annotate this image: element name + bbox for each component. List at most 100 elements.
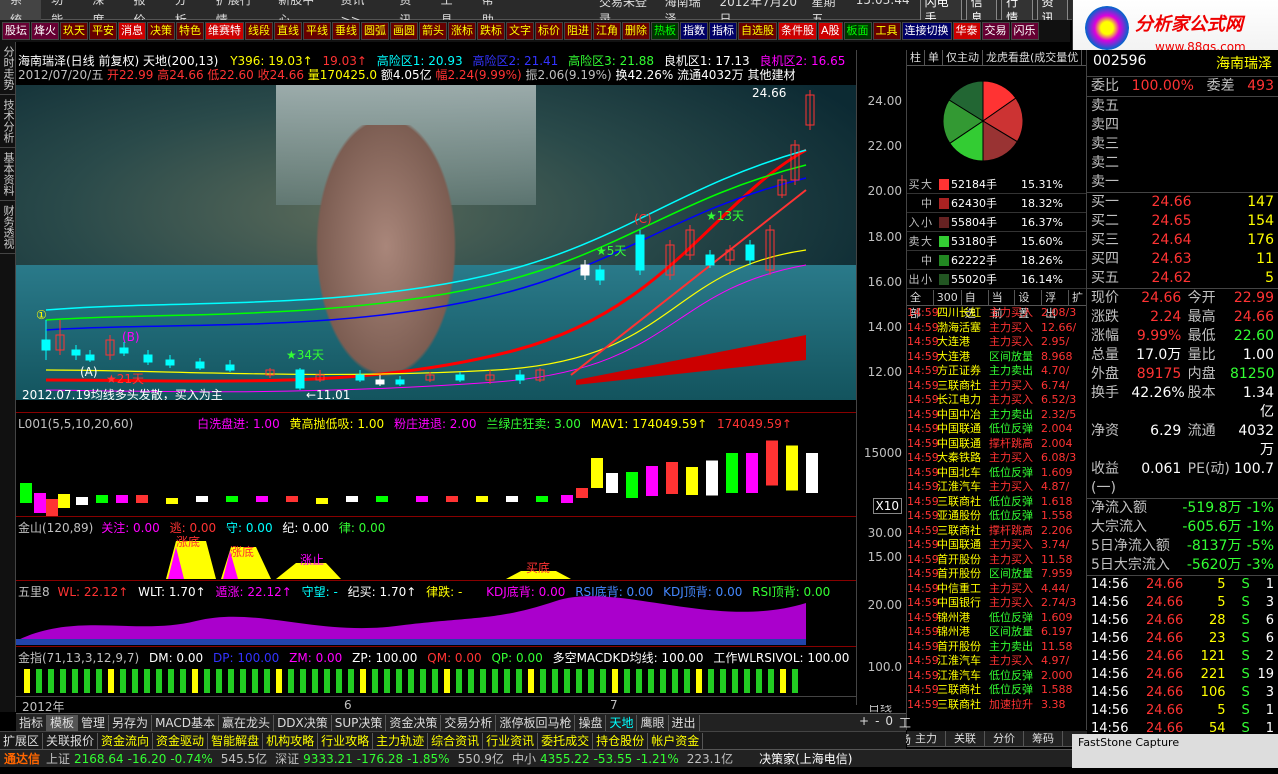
toolbar-button[interactable]: 玖天 <box>60 22 88 40</box>
radar-row[interactable]: 14:59 中国联通 撑杆跳高 2.004 <box>907 437 1087 452</box>
radar-tab[interactable]: 设置 <box>1015 290 1043 320</box>
toolbar-button[interactable]: 跌标 <box>477 22 505 40</box>
indicator-tab[interactable]: 天地 <box>606 714 638 731</box>
radar-row[interactable]: 14:59 三联商社 低位反弹 1.618 <box>907 495 1087 510</box>
buy-level[interactable]: 买二 24.65 154 <box>1087 212 1278 231</box>
indicator-tab[interactable]: 指标 <box>16 714 48 731</box>
flow-tab[interactable]: 龙虎看盘(成交量优 <box>983 50 1083 65</box>
buy-level[interactable]: 买五 24.62 5 <box>1087 269 1278 288</box>
sell-level[interactable]: 卖五 <box>1087 97 1278 116</box>
extension-tab[interactable]: 行业资讯 <box>483 732 539 749</box>
toolbar-button[interactable]: 平安 <box>89 22 117 40</box>
toolbar-button[interactable]: 连接切换 <box>901 22 952 40</box>
radar-row[interactable]: 14:59 中国北车 低位反弹 1.609 <box>907 466 1087 481</box>
toolbar-button[interactable]: 江角 <box>593 22 621 40</box>
indicator-tab[interactable]: 交易分析 <box>441 714 497 731</box>
flow-tab[interactable]: 柱 <box>907 50 925 65</box>
toolbar-button[interactable]: 指标 <box>709 22 737 40</box>
toolbar-button[interactable]: 线段 <box>245 22 273 40</box>
radar-row[interactable]: 14:59 锦州港 低位反弹 1.609 <box>907 611 1087 626</box>
sell-level[interactable]: 卖三 <box>1087 135 1278 154</box>
extension-tab[interactable]: 帐户资金 <box>648 732 704 749</box>
toolbar-button[interactable]: 直线 <box>274 22 302 40</box>
toolbar-button[interactable]: 标价 <box>535 22 563 40</box>
radar-tab[interactable]: 自选 <box>962 290 989 320</box>
toolbar-button[interactable]: 删除 <box>622 22 650 40</box>
zoom-button[interactable]: 0 <box>882 714 896 731</box>
radar-tab[interactable]: 扩 <box>1069 290 1087 305</box>
indicator-tab[interactable]: 另存为 <box>109 714 153 731</box>
extension-tab[interactable]: 扩展区 <box>0 732 44 749</box>
toolbar-button[interactable]: 板面 <box>843 22 872 40</box>
extension-tab[interactable]: 综合资讯 <box>428 732 484 749</box>
indicator-tab[interactable]: 进出 <box>669 714 700 731</box>
toolbar-button[interactable]: 画圆 <box>390 22 418 40</box>
zoom-button[interactable]: 工场 <box>896 714 914 747</box>
radar-row[interactable]: 14:59 大秦铁路 主力买入 6.08/3 <box>907 451 1087 466</box>
toolbar-button[interactable]: 决策 <box>147 22 175 40</box>
radar-row[interactable]: 14:59 亚通股份 低位反弹 1.558 <box>907 509 1087 524</box>
toolbar-button[interactable]: 烽火 <box>31 22 59 40</box>
radar-row[interactable]: 14:59 中国联通 低位反弹 2.004 <box>907 422 1087 437</box>
flow-tab[interactable]: 单 <box>925 50 943 65</box>
extension-tab[interactable]: 行业攻略 <box>318 732 374 749</box>
toolbar-button[interactable]: 消息 <box>118 22 146 40</box>
zoom-button[interactable]: - <box>872 714 882 731</box>
mid-bottom-tab[interactable]: 关联 <box>946 731 985 746</box>
indicator-tab[interactable]: 涨停板回马枪 <box>496 714 576 731</box>
indicator-tab[interactable]: 操盘 <box>575 714 607 731</box>
radar-tab[interactable]: 浮出 <box>1042 290 1069 320</box>
radar-row[interactable]: 14:59 首开股份 主力卖出 11.58 <box>907 640 1087 655</box>
volume-pane[interactable]: L001(5,5,10,20,60) 白洗盘进: 1.00 黄高抛低吸: 1.0… <box>16 412 856 517</box>
buy-level[interactable]: 买四 24.63 11 <box>1087 250 1278 269</box>
radar-row[interactable]: 14:59 三联商社 加速拉升 3.38 <box>907 698 1087 713</box>
toolbar-button[interactable]: 圆弧 <box>361 22 389 40</box>
radar-row[interactable]: 14:59 三联商社 撑杆跳高 2.206 <box>907 524 1087 539</box>
jinshan-pane[interactable]: 金山(120,89) 关注: 0.00 逃: 0.00 守: 0.00 纪: 0… <box>16 516 856 580</box>
indicator-tab[interactable]: DDX决策 <box>274 714 332 731</box>
radar-row[interactable]: 14:59 江淮汽车 主力买入 4.87/ <box>907 480 1087 495</box>
toolbar-button[interactable]: 自选股 <box>738 22 777 40</box>
toolbar-button[interactable]: 特色 <box>176 22 204 40</box>
indicator-tab[interactable]: 模板 <box>47 714 79 731</box>
radar-row[interactable]: 14:59 三联商社 主力买入 6.74/ <box>907 379 1087 394</box>
radar-row[interactable]: 14:59 中国银行 主力买入 2.74/3 <box>907 596 1087 611</box>
extension-tab[interactable]: 智能解盘 <box>208 732 264 749</box>
toolbar-button[interactable]: 涨标 <box>448 22 476 40</box>
jinzhi-pane[interactable]: 金指(71,13,3,12,9,7) DM: 0.00 DP: 100.00 Z… <box>16 646 856 696</box>
extension-tab[interactable]: 机构攻略 <box>263 732 319 749</box>
radar-row[interactable]: 14:59 江淮汽车 低位反弹 2.000 <box>907 669 1087 684</box>
radar-row[interactable]: 14:59 长江电力 主力买入 6.52/3 <box>907 393 1087 408</box>
toolbar-button[interactable]: 交易 <box>981 22 1010 40</box>
radar-row[interactable]: 14:59 渤海活塞 主力买入 12.66/ <box>907 321 1087 336</box>
mid-bottom-tab[interactable]: 分价 <box>985 731 1024 746</box>
extension-tab[interactable]: 主力轨迹 <box>373 732 429 749</box>
sell-level[interactable]: 卖四 <box>1087 116 1278 135</box>
toolbar-button[interactable]: 维赛特 <box>205 22 244 40</box>
extension-tab[interactable]: 关联报价 <box>43 732 99 749</box>
radar-row[interactable]: 14:59 三联商社 低位反弹 1.588 <box>907 683 1087 698</box>
radar-row[interactable]: 14:59 锦州港 区间放量 6.197 <box>907 625 1087 640</box>
extension-tab[interactable]: 资金流向 <box>98 732 154 749</box>
kline-chart[interactable]: 海南瑞泽(日线 前复权) 天地(200,13) Y396: 19.03↑ 19.… <box>16 50 856 400</box>
indicator-tab[interactable]: 鹰眼 <box>637 714 669 731</box>
wuli-pane[interactable]: 五里8 WL: 22.12↑ WLT: 1.70↑ 遁涨: 22.12↑ 守望:… <box>16 580 856 646</box>
indicator-tab[interactable]: MACD基本 <box>152 714 220 731</box>
sell-level[interactable]: 卖二 <box>1087 154 1278 173</box>
toolbar-button[interactable]: 垂线 <box>332 22 360 40</box>
radar-row[interactable]: 14:59 大连港 主力买入 2.95/ <box>907 335 1087 350</box>
radar-tab[interactable]: 当前 <box>989 290 1016 320</box>
mid-bottom-tab[interactable]: 主力 <box>907 731 946 746</box>
capture-window[interactable]: FastStone Capture <box>1072 734 1278 768</box>
buy-level[interactable]: 买一 24.66 147 <box>1087 193 1278 212</box>
radar-row[interactable]: 14:59 首开股份 区间放量 7.959 <box>907 567 1087 582</box>
radar-row[interactable]: 14:59 方正证券 主力卖出 4.70/ <box>907 364 1087 379</box>
radar-tab[interactable]: 全部 <box>907 290 934 320</box>
flow-tab[interactable]: 仅主动 <box>943 50 983 65</box>
toolbar-button[interactable]: 箭头 <box>419 22 447 40</box>
left-tab[interactable]: 基本资料 <box>0 148 16 201</box>
toolbar-button[interactable]: 华泰 <box>952 22 981 40</box>
extension-tab[interactable]: 委托成交 <box>538 732 594 749</box>
radar-row[interactable]: 14:59 四川长虹 主力买入 2.08/3 <box>907 306 1087 321</box>
toolbar-button[interactable]: 条件股 <box>778 22 817 40</box>
